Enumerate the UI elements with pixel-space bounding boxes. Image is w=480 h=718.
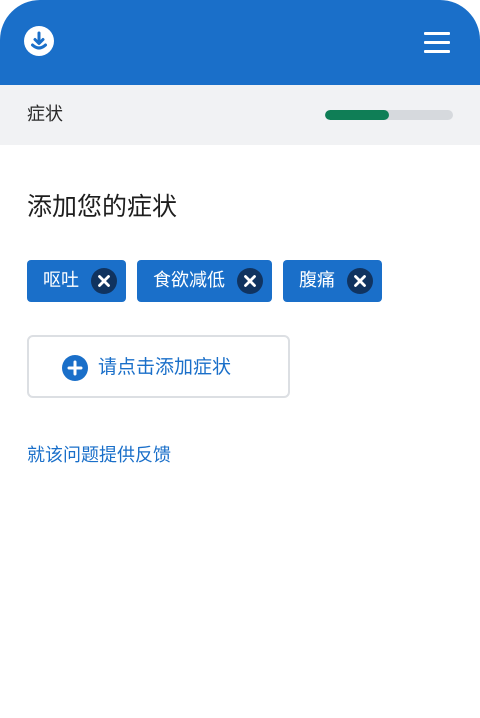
menu-line-icon	[424, 41, 450, 44]
plus-circle-icon	[62, 355, 88, 381]
top-navigation-bar	[0, 0, 480, 85]
symptom-chip-label: 食欲减低	[153, 270, 225, 291]
app-screen: 症状 添加您的症状 呕吐 食欲减低 腹痛 请点击添加症状 就该问题提供反馈	[0, 0, 480, 718]
close-icon[interactable]	[237, 268, 263, 294]
content-card	[0, 145, 480, 718]
page-title: 添加您的症状	[27, 192, 178, 221]
menu-line-icon	[424, 50, 450, 53]
add-symptom-button[interactable]: 请点击添加症状	[27, 335, 290, 398]
feedback-link[interactable]: 就该问题提供反馈	[27, 444, 171, 468]
smile-download-icon	[31, 31, 47, 50]
progress-bar-fill	[325, 110, 389, 120]
progress-bar	[325, 110, 453, 120]
close-icon[interactable]	[347, 268, 373, 294]
symptom-chip-label: 呕吐	[43, 270, 79, 291]
symptom-chip[interactable]: 呕吐	[27, 260, 126, 302]
symptom-chip[interactable]: 食欲减低	[137, 260, 272, 302]
symptom-chip[interactable]: 腹痛	[283, 260, 382, 302]
add-symptom-label: 请点击添加症状	[98, 356, 232, 378]
close-icon[interactable]	[91, 268, 117, 294]
symptom-chip-label: 腹痛	[299, 270, 335, 291]
hamburger-menu-button[interactable]	[418, 26, 456, 60]
step-label: 症状	[27, 104, 63, 125]
app-logo-icon[interactable]	[24, 26, 54, 56]
menu-line-icon	[424, 32, 450, 35]
symptom-chip-list: 呕吐 食欲减低 腹痛	[27, 260, 382, 302]
